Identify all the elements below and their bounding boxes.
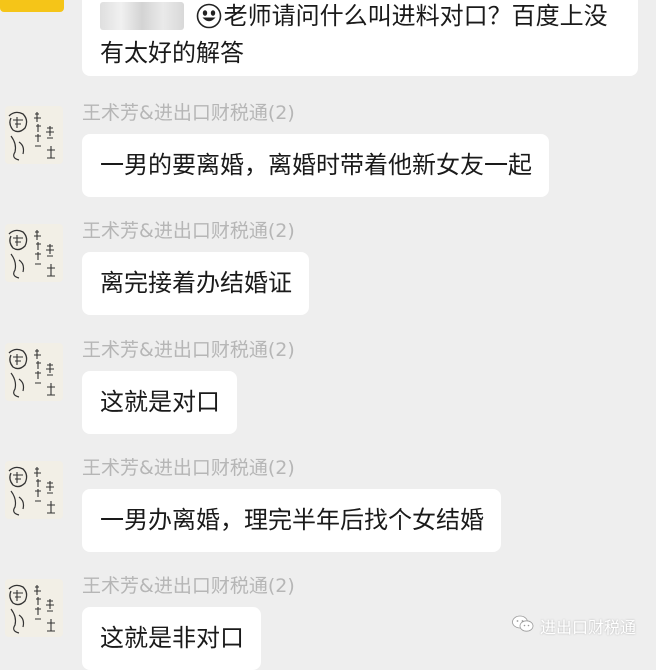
wechat-icon: [512, 615, 534, 637]
avatar[interactable]: [5, 461, 63, 519]
sender-name: 王术芳&进出口财税通(2): [82, 457, 295, 479]
avatar[interactable]: [5, 343, 63, 401]
message-bubble[interactable]: 离完接着办结婚证: [82, 252, 309, 315]
message-bubble[interactable]: 一男办离婚，理完半年后找个女结婚: [82, 489, 501, 552]
avatar[interactable]: [0, 0, 64, 12]
message-text: 一男的要离婚，离婚时带着他新女友一起: [100, 151, 532, 179]
avatar[interactable]: [5, 224, 63, 282]
grinning-face-icon: [196, 3, 222, 37]
message-bubble[interactable]: 一男的要离婚，离婚时带着他新女友一起: [82, 134, 549, 197]
message-bubble-top[interactable]: 老师请问什么叫进料对口？百度上没有太好的解答: [82, 0, 638, 76]
message-text: 这就是对口: [100, 388, 220, 416]
watermark-label: 进出口财税通: [539, 618, 636, 637]
message-text: 这就是非对口: [100, 624, 244, 652]
message-text: 离完接着办结婚证: [100, 269, 292, 297]
message-bubble[interactable]: 这就是对口: [82, 371, 237, 434]
avatar[interactable]: [5, 579, 63, 637]
sender-name: 王术芳&进出口财税通(2): [82, 339, 295, 361]
message-bubble[interactable]: 这就是非对口: [82, 607, 261, 670]
chat-area: 老师请问什么叫进料对口？百度上没有太好的解答 王术芳&进出口财税通(2) 一男的…: [0, 0, 656, 670]
sender-name: 王术芳&进出口财税通(2): [82, 102, 295, 124]
watermark: 进出口财税通: [512, 614, 636, 638]
sender-name: 王术芳&进出口财税通(2): [82, 220, 295, 242]
message-text: 一男办离婚，理完半年后找个女结婚: [100, 506, 484, 534]
avatar[interactable]: [5, 106, 63, 164]
blurred-mention: [100, 2, 184, 30]
sender-name: 王术芳&进出口财税通(2): [82, 575, 295, 597]
